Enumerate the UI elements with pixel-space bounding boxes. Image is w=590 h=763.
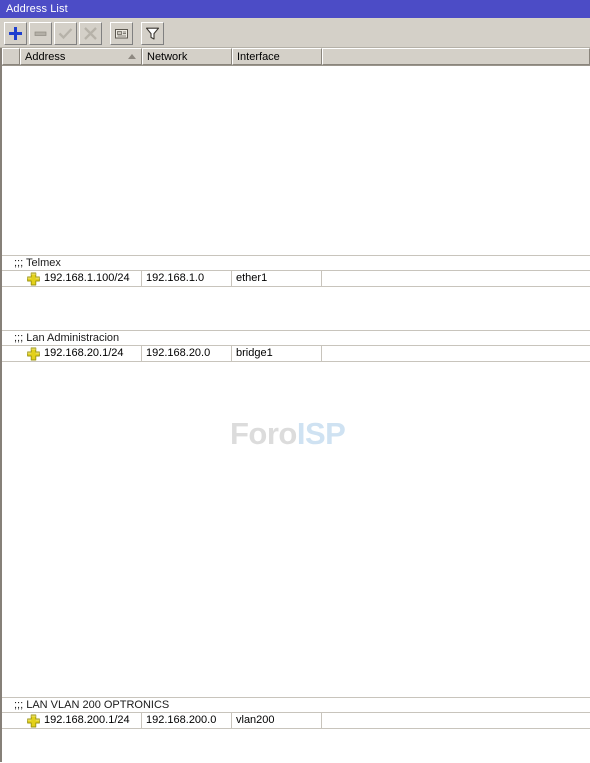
sort-ascending-icon: [128, 54, 136, 59]
column-header-network[interactable]: Network: [142, 48, 232, 65]
comment-text: ;;; Telmex: [14, 257, 61, 269]
comment-button[interactable]: [110, 21, 133, 45]
column-header-address[interactable]: Address: [20, 48, 142, 65]
column-header-flag[interactable]: [2, 48, 20, 65]
address-list-window: Address List Address Network Interface ;…: [0, 0, 590, 763]
row-interface-cell[interactable]: ether1: [232, 271, 322, 286]
table-empty-space-top: [2, 66, 590, 255]
address-cross-icon: [27, 714, 40, 728]
comment-row[interactable]: ;;; Lan Administracion: [2, 331, 590, 346]
toolbar: [0, 19, 590, 48]
table-row[interactable]: 192.168.1.100/24 192.168.1.0 ether1: [2, 271, 590, 287]
address-cross-icon: [27, 347, 40, 361]
row-address-text: 192.168.20.1/24: [44, 347, 124, 359]
enable-button[interactable]: [54, 21, 77, 45]
disable-button[interactable]: [79, 21, 102, 45]
funnel-icon: [145, 26, 160, 41]
row-network-cell[interactable]: 192.168.200.0: [142, 713, 232, 728]
window-titlebar: Address List: [0, 0, 590, 19]
table-row[interactable]: 192.168.20.1/24 192.168.20.0 bridge1: [2, 346, 590, 362]
row-flag-cell: [2, 271, 20, 286]
remove-button[interactable]: [29, 21, 52, 45]
minus-icon: [33, 26, 48, 41]
table-empty-space-2: [2, 362, 590, 697]
row-address-cell[interactable]: 192.168.1.100/24: [20, 271, 142, 286]
row-network-cell[interactable]: 192.168.1.0: [142, 271, 232, 286]
plus-icon: [8, 26, 23, 41]
column-header-address-label: Address: [25, 51, 66, 63]
comment-text: ;;; LAN VLAN 200 OPTRONICS: [14, 699, 170, 711]
table-body: ;;; Telmex 192.168.1.100/24 192.168.1.0 …: [2, 66, 590, 757]
row-interface-cell[interactable]: bridge1: [232, 346, 322, 361]
table-row[interactable]: 192.168.200.1/24 192.168.200.0 vlan200: [2, 713, 590, 729]
table-empty-space-1: [2, 287, 590, 330]
row-flag-cell: [2, 713, 20, 728]
row-address-cell[interactable]: 192.168.20.1/24: [20, 346, 142, 361]
row-address-cell[interactable]: 192.168.200.1/24: [20, 713, 142, 728]
row-flag-cell: [2, 346, 20, 361]
row-network-cell[interactable]: 192.168.20.0: [142, 346, 232, 361]
table-empty-space-bottom: [2, 729, 590, 757]
row-empty-cell[interactable]: [322, 271, 590, 286]
row-interface-cell[interactable]: vlan200: [232, 713, 322, 728]
address-table: Address Network Interface ;;; Telmex 192…: [0, 48, 590, 762]
address-cross-icon: [27, 272, 40, 286]
row-empty-cell[interactable]: [322, 713, 590, 728]
add-button[interactable]: [4, 21, 27, 45]
filter-button[interactable]: [141, 21, 164, 45]
table-header-row: Address Network Interface: [2, 48, 590, 66]
check-icon: [58, 26, 73, 41]
comment-row[interactable]: ;;; Telmex: [2, 256, 590, 271]
column-header-empty[interactable]: [322, 48, 590, 65]
window-title: Address List: [6, 2, 68, 15]
comment-text: ;;; Lan Administracion: [14, 332, 120, 344]
row-empty-cell[interactable]: [322, 346, 590, 361]
cross-icon: [83, 26, 98, 41]
row-address-text: 192.168.1.100/24: [44, 272, 130, 284]
column-header-interface[interactable]: Interface: [232, 48, 322, 65]
comment-row[interactable]: ;;; LAN VLAN 200 OPTRONICS: [2, 698, 590, 713]
row-address-text: 192.168.200.1/24: [44, 714, 130, 726]
comment-icon: [114, 26, 129, 41]
